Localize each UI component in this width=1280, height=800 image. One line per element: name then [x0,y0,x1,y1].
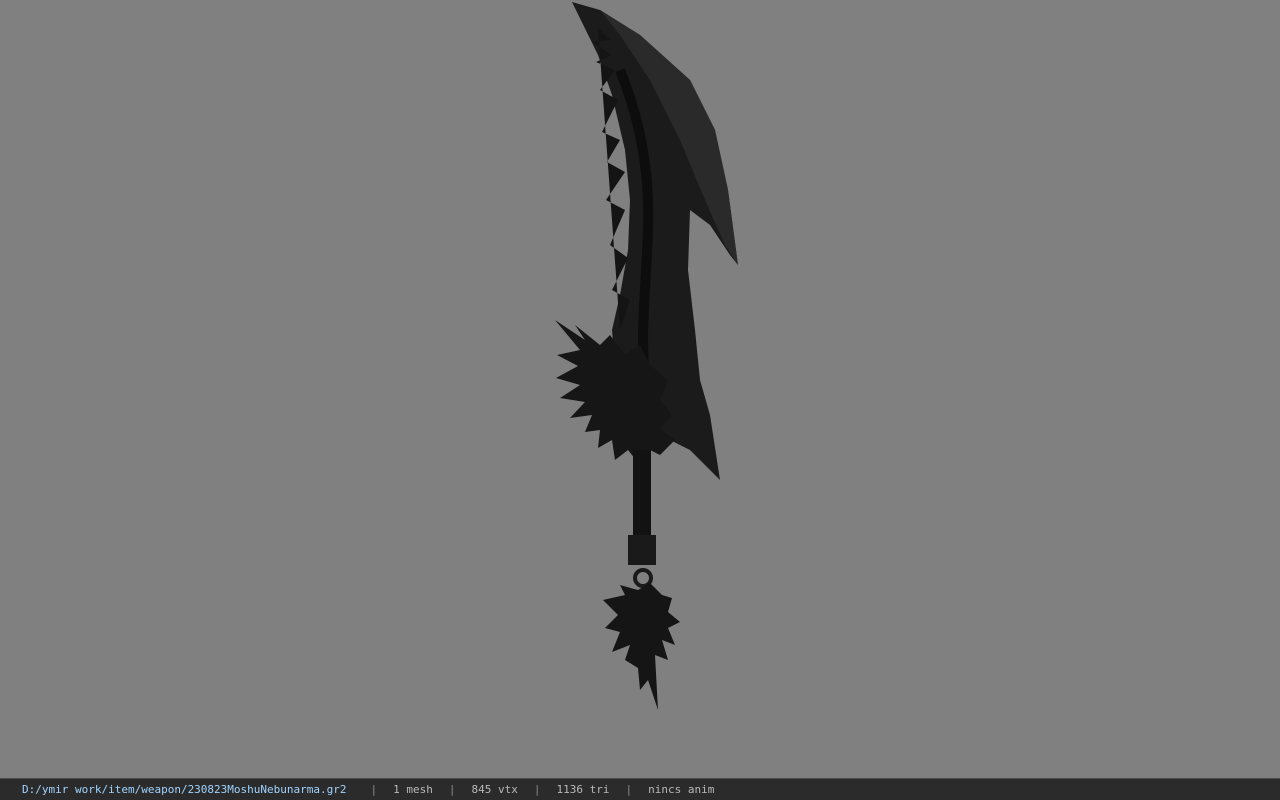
weapon-handle-wrap [628,535,656,565]
separator: | [533,783,541,796]
vertex-count: 845 vtx [471,783,518,796]
separator: | [448,783,456,796]
3d-viewport[interactable] [0,0,1280,778]
separator: | [370,783,378,796]
weapon-tassel [603,583,680,710]
animation-status: nincs anim [648,783,715,796]
status-bar: D:/ymir work/item/weapon/230823MoshuNebu… [0,778,1280,800]
triangle-count: 1136 tri [556,783,610,796]
weapon-model [555,2,738,710]
weapon-ring [633,568,653,588]
separator: | [625,783,633,796]
mesh-count: 1 mesh [393,783,433,796]
file-path: D:/ymir work/item/weapon/230823MoshuNebu… [22,783,347,796]
weapon-handle [633,450,651,540]
